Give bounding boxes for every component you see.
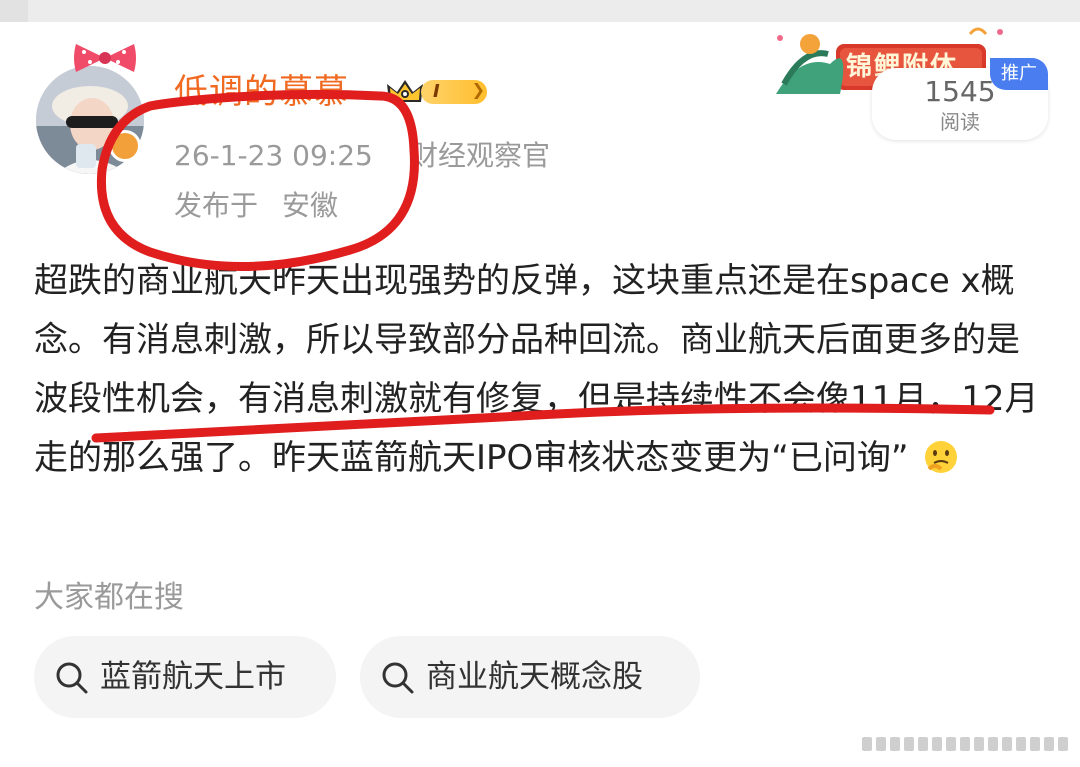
vip-badge[interactable]: I ❯ (385, 76, 491, 108)
search-heading: 大家都在搜 (34, 580, 184, 615)
author-category[interactable]: 财经观察官 (410, 140, 550, 172)
thinking-emoji-icon (925, 441, 958, 473)
post-content: 超跌的商业航天昨天出现强势的反弹，这块重点还是在space x概念。有消息刺激，… (34, 252, 1050, 488)
search-chip-2[interactable]: 商业航天概念股 (360, 636, 700, 718)
post-timestamp: 26-1-23 09:25 (174, 139, 373, 172)
post-text: 超跌的商业航天昨天出现强势的反弹，这块重点还是在space x概念。有消息刺激，… (34, 261, 1039, 478)
top-divider (0, 0, 1080, 22)
top-divider-left (0, 0, 28, 22)
search-chip-label: 商业航天概念股 (426, 659, 643, 695)
verified-badge-icon (109, 130, 141, 162)
chevron-right-icon: ❯ (471, 80, 485, 99)
search-icon (382, 662, 414, 694)
location-label: 发布于 (174, 189, 259, 222)
post-location: 安徽 (282, 189, 339, 222)
ad-tag[interactable]: 推广 (990, 58, 1048, 90)
username[interactable]: 低调的慕慕 (174, 72, 349, 112)
search-icon (56, 662, 88, 694)
bow-icon (74, 44, 136, 72)
crown-icon (387, 80, 423, 102)
circle-annotation (96, 89, 419, 271)
search-chip-1[interactable]: 蓝箭航天上市 (34, 636, 336, 718)
search-chip-label: 蓝箭航天上市 (100, 659, 286, 695)
scroll-indicator[interactable] (862, 733, 1070, 755)
read-label: 阅读 (940, 110, 980, 134)
